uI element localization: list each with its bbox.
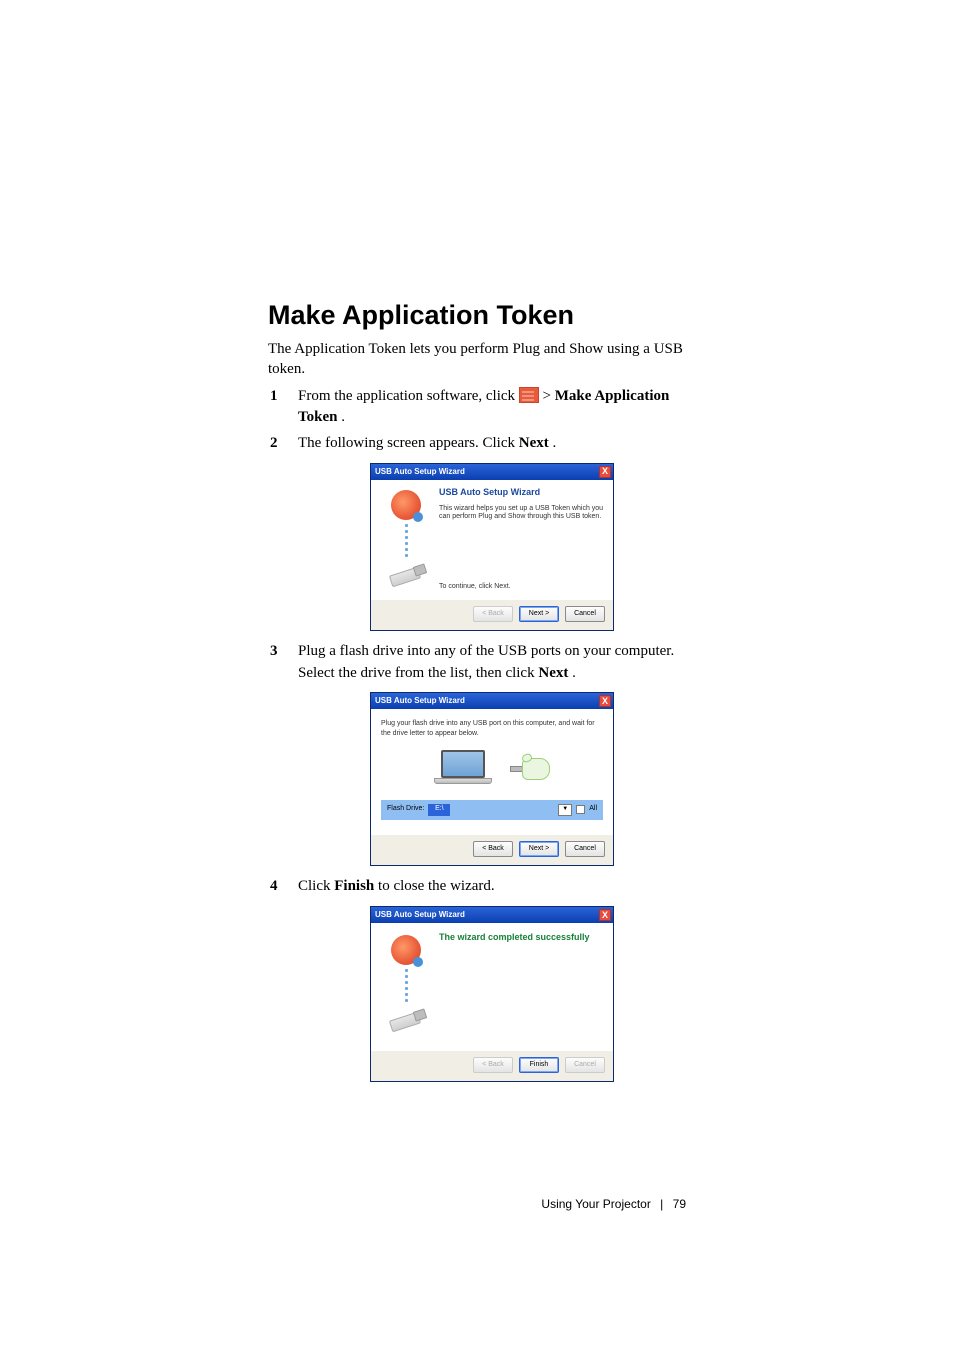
wizard-1-title: USB Auto Setup Wizard: [375, 466, 465, 478]
wizard-3-done-text: The wizard completed successfully: [439, 931, 605, 944]
wizard-3-buttons: < Back Finish Cancel: [371, 1051, 613, 1081]
back-button[interactable]: < Back: [473, 1057, 513, 1073]
wizard-1: USB Auto Setup Wizard X USB Auto Setup W…: [370, 463, 614, 631]
step-1-post2: .: [341, 409, 345, 425]
step-4: 4 Click Finish to close the wizard. USB …: [298, 876, 686, 1082]
wizard-3-titlebar[interactable]: USB Auto Setup Wizard X: [371, 907, 613, 923]
wizard-1-titlebar[interactable]: USB Auto Setup Wizard X: [371, 464, 613, 480]
wizard-1-body: USB Auto Setup Wizard This wizard helps …: [371, 480, 613, 600]
step-1-post1: >: [543, 388, 555, 404]
wizard-3-body: The wizard completed successfully: [371, 923, 613, 1051]
close-icon[interactable]: X: [599, 466, 611, 478]
wizard-3-side-graphic: [379, 931, 433, 1049]
step-3: 3 Plug a flash drive into any of the USB…: [298, 641, 686, 867]
footer-separator: |: [660, 1197, 663, 1211]
gear-icon: [391, 490, 421, 520]
chevron-down-icon[interactable]: ▼: [558, 804, 572, 816]
cancel-button[interactable]: Cancel: [565, 1057, 605, 1073]
next-button[interactable]: Next >: [519, 606, 559, 622]
gear-icon: [391, 935, 421, 965]
wizard-2-desc: Plug your flash drive into any USB port …: [381, 719, 603, 739]
flash-drive-select[interactable]: E:\: [428, 804, 450, 816]
close-icon[interactable]: X: [599, 909, 611, 921]
wizard-2-buttons: < Back Next > Cancel: [371, 835, 613, 865]
step-2-pre: The following screen appears. Click: [298, 435, 519, 451]
page-number: 79: [673, 1197, 686, 1211]
step-4-num: 4: [270, 876, 278, 898]
usb-icon: [384, 1006, 428, 1034]
wizard-3: USB Auto Setup Wizard X The wizard compl…: [370, 906, 614, 1082]
wizard-2-body: Plug your flash drive into any USB port …: [371, 709, 613, 835]
step-4-bold: Finish: [334, 878, 374, 894]
wizard-1-continue: To continue, click Next.: [439, 582, 511, 592]
cancel-button[interactable]: Cancel: [565, 841, 605, 857]
next-button[interactable]: Next >: [519, 841, 559, 857]
step-2: 2 The following screen appears. Click Ne…: [298, 433, 686, 631]
all-checkbox[interactable]: [576, 805, 585, 814]
wizard-1-desc: This wizard helps you set up a USB Token…: [439, 505, 605, 522]
back-button[interactable]: < Back: [473, 841, 513, 857]
step-3-bold: Next: [538, 665, 568, 681]
step-3-num: 3: [270, 641, 278, 663]
footer-label: Using Your Projector: [541, 1197, 650, 1211]
flash-drive-row: Flash Drive: E:\ ▼ All: [381, 800, 603, 820]
step-2-post1: .: [553, 435, 557, 451]
dots-icon: [404, 969, 408, 1002]
step-4-pre: Click: [298, 878, 334, 894]
step-2-num: 2: [270, 433, 278, 455]
wizard-1-heading: USB Auto Setup Wizard: [439, 486, 605, 499]
finish-button[interactable]: Finish: [519, 1057, 559, 1073]
menu-icon: [519, 387, 539, 403]
section-heading: Make Application Token: [268, 300, 686, 331]
back-button[interactable]: < Back: [473, 606, 513, 622]
wizard-2-title: USB Auto Setup Wizard: [375, 695, 465, 707]
laptop-icon: [434, 750, 492, 786]
usb-icon: [384, 561, 428, 589]
wizard-2-titlebar[interactable]: USB Auto Setup Wizard X: [371, 693, 613, 709]
step-3-pre: Plug a flash drive into any of the USB p…: [298, 643, 674, 681]
step-2-bold: Next: [519, 435, 549, 451]
flash-drive-label: Flash Drive:: [387, 804, 424, 814]
wizard-1-buttons: < Back Next > Cancel: [371, 600, 613, 630]
step-4-post1: to close the wizard.: [378, 878, 495, 894]
close-icon[interactable]: X: [599, 695, 611, 707]
wizard-3-title: USB Auto Setup Wizard: [375, 909, 465, 921]
step-1: 1 From the application software, click >…: [298, 386, 686, 430]
intro-text: The Application Token lets you perform P…: [268, 339, 686, 380]
all-label: All: [589, 804, 597, 814]
dots-icon: [404, 524, 408, 557]
wizard-1-side-graphic: [379, 486, 433, 604]
step-1-pre: From the application software, click: [298, 388, 519, 404]
wizard-2-illustration: [381, 750, 603, 786]
step-3-post1: .: [572, 665, 576, 681]
step-1-num: 1: [270, 386, 278, 408]
hand-usb-icon: [510, 750, 550, 786]
page-footer: Using Your Projector | 79: [541, 1197, 686, 1211]
cancel-button[interactable]: Cancel: [565, 606, 605, 622]
wizard-2: USB Auto Setup Wizard X Plug your flash …: [370, 692, 614, 866]
